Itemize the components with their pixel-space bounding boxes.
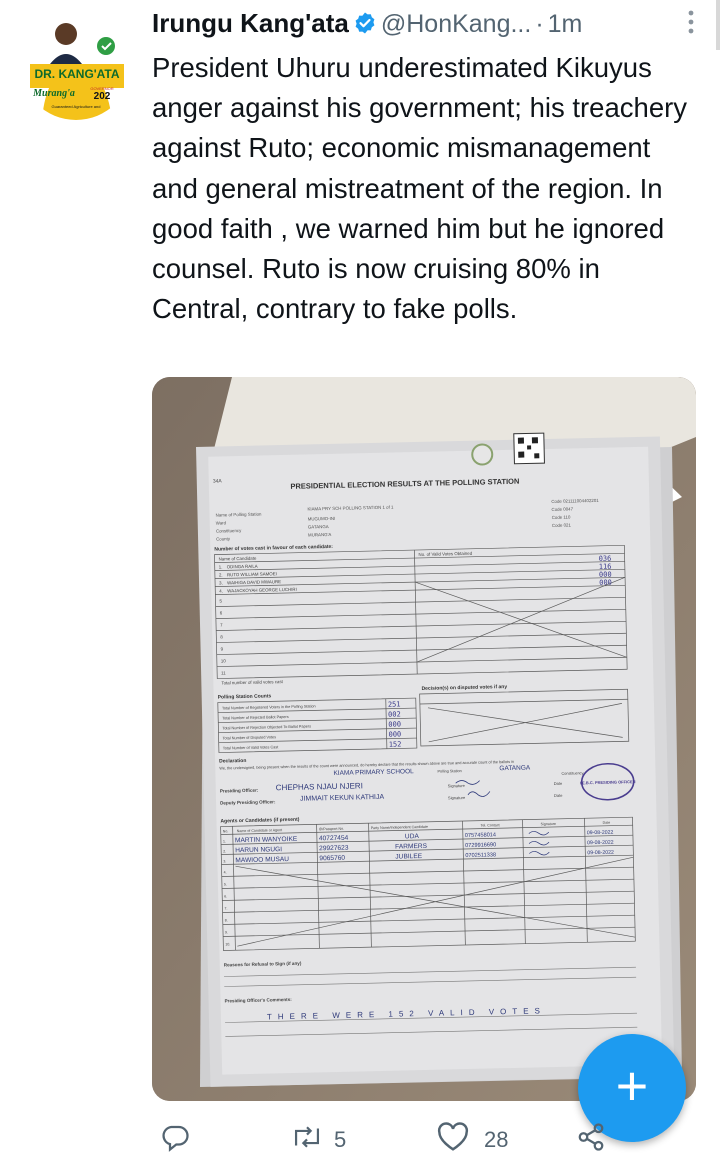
separator-dot: ·: [535, 10, 544, 38]
avatar-year-text: 202: [94, 91, 111, 102]
agent-name: HARUN NGUGI: [235, 846, 282, 854]
header-code-3: Code 110: [552, 515, 571, 520]
candidate-num: 1.: [219, 564, 223, 569]
agent-empty-num: 7.: [224, 906, 227, 910]
agent-num: 2.: [223, 849, 226, 853]
agents-col-header: No.: [223, 829, 229, 833]
more-options-icon[interactable]: [688, 10, 694, 39]
agent-date: 09-08-2022: [587, 850, 614, 857]
agent-name: MAWIOO MUSAU: [235, 856, 289, 864]
constituency-label: Constituency: [561, 771, 583, 775]
field-value-county: MURANG'A: [308, 532, 331, 538]
share-button[interactable]: [576, 1122, 606, 1158]
field-label-county: County: [216, 536, 231, 541]
candidate-votes: 116: [599, 563, 612, 571]
agent-empty-num: 8.: [225, 918, 228, 922]
agent-date: 09-08-2022: [587, 830, 614, 837]
agent-name: MARTIN WANYOIKE: [235, 836, 298, 844]
candidates-col-name: Name of Candidate: [218, 556, 256, 562]
constituency-handwritten: GATANGA: [499, 764, 531, 772]
share-icon: [576, 1122, 606, 1158]
agent-empty-num: 6.: [224, 894, 227, 898]
iebc-emblem-icon: [471, 443, 494, 466]
author-handle[interactable]: @HonKang...: [381, 10, 531, 38]
agent-empty-num: 10.: [225, 942, 230, 946]
retweet-count: 5: [334, 1127, 347, 1152]
agent-empty-num: 9.: [225, 930, 228, 934]
tweet-actions: 5 28: [152, 1122, 720, 1152]
count-value: 002: [388, 710, 401, 718]
tweet-media-photo[interactable]: 34A PRESIDENTIAL ELECTION RESULTS AT THE…: [152, 377, 696, 1101]
avatar-county-text: Murang'a: [32, 88, 75, 99]
agent-tel: 0702511338: [465, 852, 496, 859]
like-button[interactable]: 28: [436, 1122, 508, 1158]
field-label-polling-station: Name of Polling Station: [215, 512, 262, 518]
field-value-ward: MUGUMO-INI: [308, 516, 336, 522]
empty-row-num: 11: [221, 670, 226, 675]
date-label: Date: [554, 781, 563, 786]
signature-label: Signature: [448, 783, 466, 788]
retweet-icon: [290, 1122, 324, 1158]
agent-party: JUBILEE: [395, 853, 423, 861]
count-value: 000: [388, 720, 401, 728]
like-count: 28: [484, 1127, 509, 1152]
count-value: 000: [388, 730, 401, 738]
header-code-2: Code 0047: [551, 506, 573, 511]
candidate-votes: 000: [599, 579, 612, 587]
tweet-text: President Uhuru underestimated Kikuyus a…: [152, 52, 688, 325]
agent-num: 1.: [223, 839, 226, 843]
verified-badge-icon: [353, 11, 377, 40]
avatar-slogan-text: Guaranteed Agriculture and: [52, 104, 101, 109]
signature-label: Signature: [448, 795, 466, 800]
agents-col-header: Tel. Contact: [481, 823, 500, 827]
station-label: Polling Station: [437, 769, 461, 774]
agent-id: 29927623: [319, 845, 349, 853]
agent-num: 3.: [223, 859, 226, 863]
agent-id: 40727454: [319, 835, 349, 843]
presiding-label: Presiding Officer:: [220, 788, 259, 794]
agents-col-header: Signature: [541, 822, 556, 826]
field-label-constituency: Constituency: [216, 528, 242, 534]
agent-party: UDA: [405, 833, 420, 840]
candidate-num: 4.: [219, 588, 223, 593]
candidate-name: ODINGA RAILA: [227, 564, 258, 570]
field-label-ward: Ward: [216, 520, 227, 525]
agent-tel: 0757458014: [465, 832, 496, 839]
scrollbar-thumb[interactable]: [716, 0, 720, 50]
agent-id: 9065760: [319, 855, 345, 863]
empty-row-num: 10: [221, 658, 227, 663]
tweet-header: Irungu Kang'ata @HonKang... · 1m: [152, 8, 710, 44]
candidate-num: 2.: [219, 572, 223, 577]
retweet-button[interactable]: 5: [290, 1122, 346, 1158]
agent-empty-num: 5.: [224, 882, 227, 886]
date-label: Date: [554, 793, 563, 798]
tweet-time[interactable]: 1m: [548, 10, 583, 38]
agent-date: 09-08-2022: [587, 840, 614, 847]
reply-button[interactable]: [160, 1122, 190, 1158]
agent-party: FARMERS: [395, 843, 428, 851]
candidate-votes: 036: [599, 555, 612, 563]
avatar[interactable]: DR. KANG'ATA Murang'a GOVERNOR 202 Guara…: [20, 8, 132, 120]
reply-icon: [160, 1122, 190, 1158]
avatar-name-text: DR. KANG'ATA: [34, 67, 119, 81]
counts-heading: Polling Station Counts: [218, 693, 272, 700]
count-value: 152: [389, 740, 402, 748]
agent-tel: 0729916690: [465, 842, 496, 849]
author-name[interactable]: Irungu Kang'ata: [152, 8, 349, 38]
declaration-heading: Declaration: [219, 758, 246, 765]
count-value: 251: [388, 700, 401, 708]
form-code: 34A: [213, 478, 223, 484]
agents-col-header: Date: [603, 821, 611, 825]
plus-icon: +: [615, 1054, 649, 1117]
heart-icon: [436, 1122, 470, 1158]
header-code-4: Code 021: [552, 523, 572, 528]
candidate-num: 3.: [219, 580, 223, 585]
candidate-votes: 000: [599, 571, 612, 579]
agent-empty-num: 4.: [224, 870, 227, 874]
agents-col-header: ID/Passport No.: [319, 827, 344, 832]
field-value-constituency: GATANGA: [308, 524, 329, 529]
